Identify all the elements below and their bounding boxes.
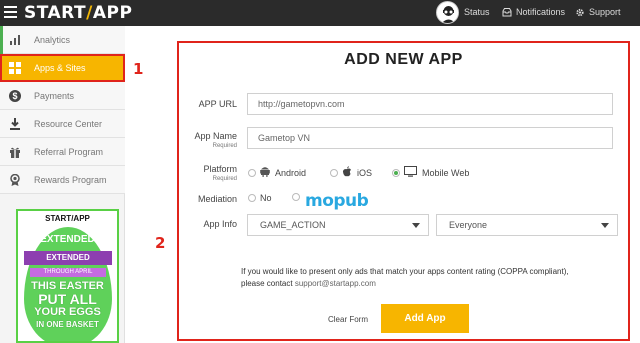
chevron-down-icon [412, 223, 420, 228]
clear-form-button[interactable]: Clear Form [328, 315, 368, 324]
app-name-label: App Name Required [194, 131, 237, 149]
content-rating-select[interactable]: Everyone [436, 214, 618, 236]
apple-icon [342, 166, 352, 179]
download-icon [8, 117, 22, 131]
radio-mobile-web[interactable] [392, 168, 400, 177]
grid-icon [8, 61, 22, 75]
notifications-link[interactable]: Notifications [502, 7, 565, 17]
ad-logo: START/APP [45, 214, 90, 223]
category-select[interactable]: GAME_ACTION [247, 214, 429, 236]
coppa-note: If you would like to present only ads th… [241, 267, 569, 288]
support-email-link[interactable]: support@startapp.com [295, 279, 376, 288]
platform-option-android[interactable]: Android [248, 166, 306, 179]
sidebar-item-label: Apps & Sites [34, 62, 86, 73]
sidebar-item-analytics[interactable]: Analytics [0, 26, 125, 54]
sidebar-item-resource-center[interactable]: Resource Center [0, 110, 125, 138]
svg-text:$: $ [12, 91, 17, 101]
app-info-label: App Info [203, 219, 237, 229]
menu-icon[interactable] [4, 6, 17, 18]
mediation-label: Mediation [197, 194, 237, 204]
ad-line: YOUR EGGS [34, 306, 101, 318]
ad-line: PUT ALL [38, 291, 97, 307]
gift-icon [8, 145, 22, 159]
status-link[interactable]: Status [464, 7, 490, 17]
sidebar-item-rewards-program[interactable]: Rewards Program [0, 166, 125, 194]
radio-ios[interactable] [330, 168, 338, 177]
gear-icon [576, 8, 584, 16]
platform-option-mobile-web[interactable]: Mobile Web [392, 166, 469, 179]
sidebar-item-referral-program[interactable]: Referral Program [0, 138, 125, 166]
annotation-number-2: 2 [155, 234, 166, 252]
monitor-icon [404, 166, 417, 179]
radio-android[interactable] [248, 168, 256, 177]
platform-option-ios[interactable]: iOS [330, 166, 372, 179]
sidebar-item-label: Payments [34, 90, 75, 101]
platform-label: Platform Required [203, 164, 237, 182]
sidebar-item-label: Resource Center [34, 118, 103, 129]
avatar[interactable] [436, 1, 459, 24]
inbox-icon [502, 7, 512, 16]
mopub-logo: mopub [305, 191, 369, 211]
sidebar-item-label: Referral Program [34, 146, 104, 157]
add-app-button[interactable]: Add App [381, 304, 469, 333]
radio-mediation-mopub[interactable] [292, 193, 300, 201]
mediation-option-mopub[interactable] [292, 193, 304, 201]
startapp-logo[interactable]: START/APP [24, 3, 132, 23]
chevron-down-icon [601, 223, 609, 228]
form-title: ADD NEW APP [344, 51, 463, 68]
ad-line: IN ONE BASKET [36, 320, 99, 329]
app-url-label: APP URL [198, 99, 237, 109]
annotation-number-1: 1 [133, 60, 144, 78]
android-icon [260, 166, 270, 179]
support-link[interactable]: Support [575, 7, 621, 17]
award-icon [8, 173, 22, 187]
bar-chart-icon [8, 33, 22, 47]
easter-promo-banner[interactable]: START/APP EXTENDED EXTENDED THROUGH APRI… [16, 209, 119, 343]
mediation-option-no[interactable]: No [248, 193, 272, 203]
ad-subband: THROUGH APRIL [30, 268, 106, 277]
sidebar-item-apps-sites[interactable]: Apps & Sites [0, 54, 125, 82]
sidebar-item-label: Rewards Program [34, 174, 107, 185]
radio-mediation-no[interactable] [248, 194, 256, 202]
active-indicator [0, 26, 3, 54]
sidebar-item-payments[interactable]: $ Payments [0, 82, 125, 110]
sidebar-item-label: Analytics [34, 34, 71, 45]
add-app-form: ADD NEW APP [177, 41, 630, 341]
ad-headline: EXTENDED [40, 234, 95, 245]
ad-band: EXTENDED [24, 251, 112, 265]
app-url-input[interactable]: http://gametopvn.com [247, 93, 613, 115]
top-bar: START/APP Status Notifications Support [0, 0, 640, 26]
dollar-icon: $ [8, 89, 22, 103]
app-name-input[interactable]: Gametop VN [247, 127, 613, 149]
